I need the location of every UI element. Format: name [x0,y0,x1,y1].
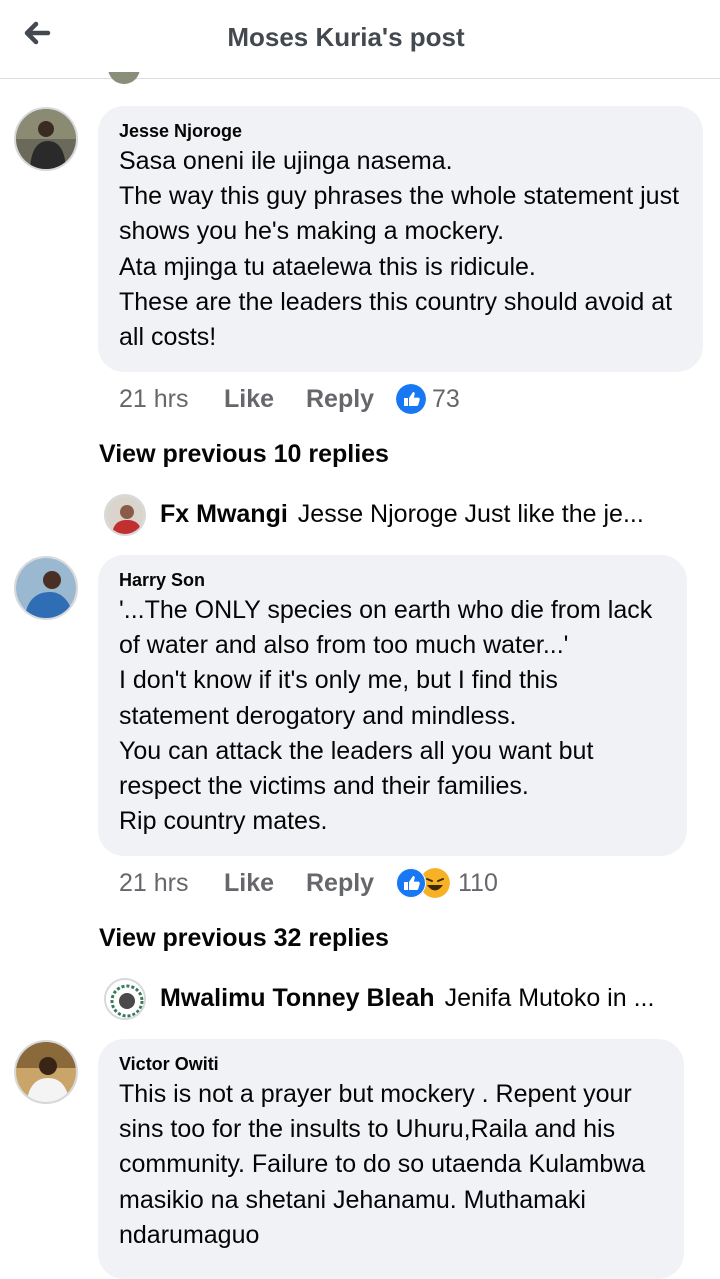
latest-reply[interactable]: Mwalimu Tonney Bleah Jenifa Mutoko in ... [104,978,694,1022]
reply-button[interactable]: Reply [306,381,374,417]
comment-text: This is not a prayer but mockery . Repen… [119,1080,646,1249]
comment-meta: 21 hrs Like Reply 73 [119,381,599,417]
post-header: Moses Kuria's post [0,0,720,79]
reply-button[interactable]: Reply [306,865,374,901]
like-button[interactable]: Like [224,381,274,417]
view-previous-replies[interactable]: View previous 32 replies [99,924,389,953]
like-reaction-icon[interactable] [396,384,426,414]
comment-bubble[interactable]: Jesse Njoroge Sasa oneni ile ujinga nase… [98,106,703,372]
avatar[interactable] [14,556,78,620]
previous-comment-avatar-peek [104,72,144,84]
reply-text: Jenifa Mutoko in ... [444,984,655,1012]
comment-bubble[interactable]: Harry Son '...The ONLY species on earth … [98,555,687,856]
reply-preview: Mwalimu Tonney Bleah Jenifa Mutoko in ... [160,984,680,1013]
latest-reply[interactable]: Fx Mwangi Jesse Njoroge Just like the je.… [104,494,694,538]
reaction-count[interactable]: 110 [458,865,498,901]
comment-text: Sasa oneni ile ujinga nasema. The way th… [119,147,680,352]
like-button[interactable]: Like [224,865,274,901]
page-title: Moses Kuria's post [227,22,465,52]
avatar [104,978,146,1020]
avatar [104,494,146,536]
avatar[interactable] [14,1040,78,1104]
reply-author[interactable]: Mwalimu Tonney Bleah [160,984,435,1012]
comment-author[interactable]: Jesse Njoroge [119,120,681,142]
avatar[interactable] [14,107,78,171]
reply-text: Jesse Njoroge Just like the je... [297,500,644,528]
reaction-count[interactable]: 73 [432,381,460,417]
reply-preview: Fx Mwangi Jesse Njoroge Just like the je.… [160,500,680,529]
comment-bubble[interactable]: Victor Owiti This is not a prayer but mo… [98,1039,684,1279]
view-previous-replies[interactable]: View previous 10 replies [99,440,389,469]
comment-author[interactable]: Harry Son [119,569,665,591]
comment-meta: 21 hrs Like Reply 110 [119,865,599,901]
comment-author[interactable]: Victor Owiti [119,1053,662,1075]
comment-time: 21 hrs [119,869,189,897]
comment-text: '...The ONLY species on earth who die fr… [119,596,653,836]
reply-author[interactable]: Fx Mwangi [160,500,288,528]
like-reaction-icon[interactable] [396,868,426,898]
comment-time: 21 hrs [119,385,189,413]
